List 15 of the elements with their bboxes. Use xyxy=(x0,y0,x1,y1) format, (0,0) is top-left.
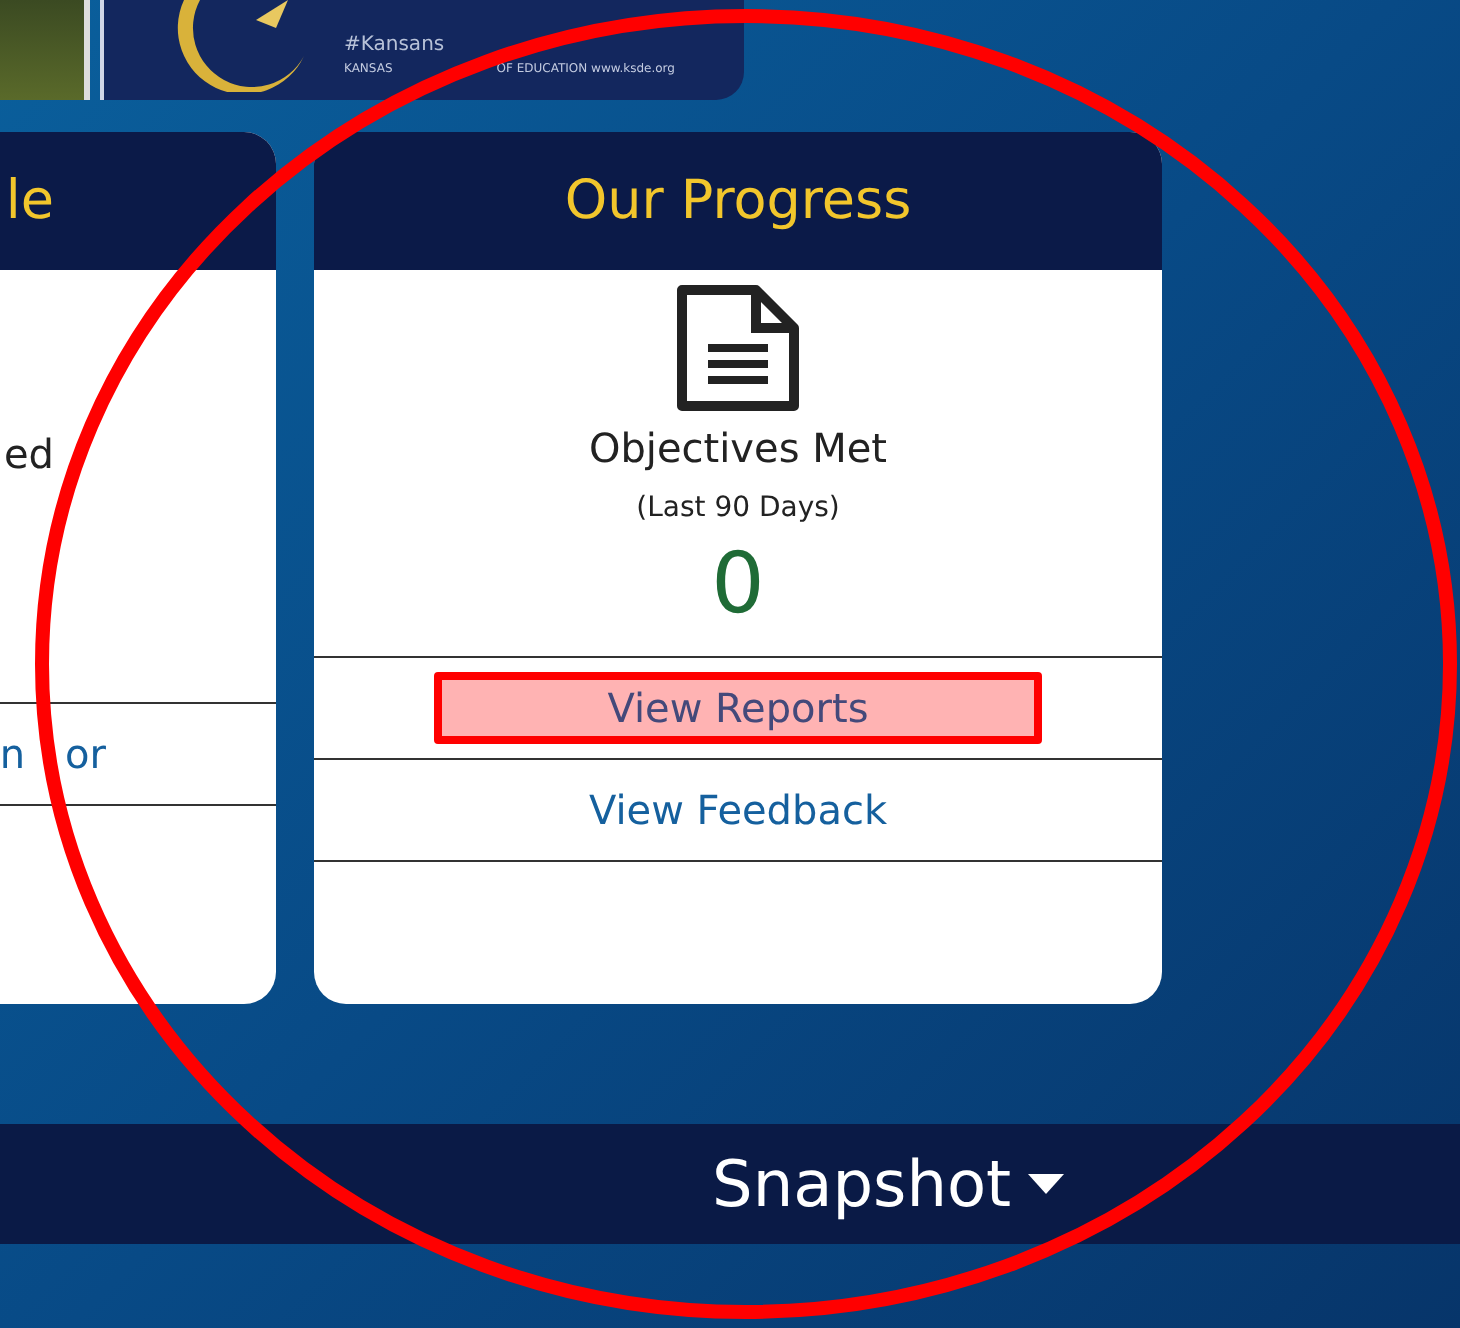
card-link[interactable]: or xyxy=(65,726,106,782)
caret-icon xyxy=(1027,1174,1064,1194)
snapshot-dropdown[interactable]: Snapshot xyxy=(712,1146,1064,1222)
document-icon xyxy=(676,284,800,412)
card-link[interactable]: View Reports xyxy=(434,672,1042,744)
metric-label: ed xyxy=(4,430,56,478)
card-title: Our Progress xyxy=(564,170,912,232)
metric-label: Objectives Met xyxy=(588,424,887,472)
photo-placeholder xyxy=(0,0,90,100)
metric-value: 0 xyxy=(711,536,765,632)
card-title: le xyxy=(5,170,54,232)
period-text: (Last 90 Days) xyxy=(636,492,840,524)
hashtag-text: #Kansans xyxy=(344,32,447,58)
card-link[interactable]: View Feedback xyxy=(588,782,888,838)
card-link[interactable]: n xyxy=(0,726,26,782)
